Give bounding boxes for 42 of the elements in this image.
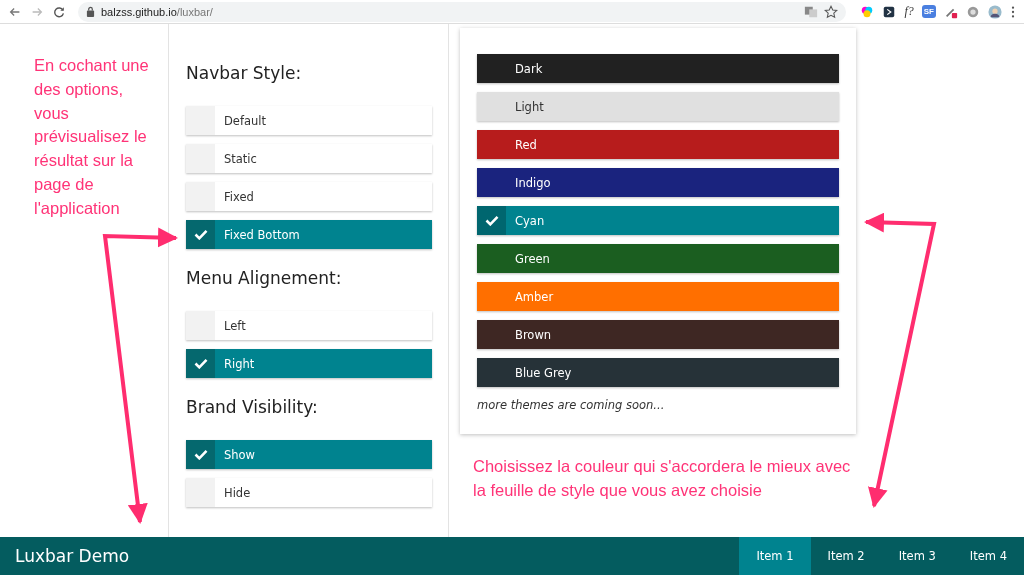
option-button[interactable]: Fixed Bottom (186, 220, 432, 249)
option-button[interactable]: Right (186, 349, 432, 378)
theme-button[interactable]: Blue Grey (477, 358, 839, 387)
translate-icon[interactable] (804, 4, 819, 19)
theme-button[interactable]: Dark (477, 54, 839, 83)
nav-link[interactable]: Item 2 (810, 537, 882, 575)
nav-link[interactable]: Item 3 (881, 537, 953, 575)
option-button[interactable]: Hide (186, 478, 432, 507)
check-icon (193, 229, 208, 240)
check-icon (484, 215, 499, 226)
extension-button[interactable]: f? (904, 4, 914, 19)
theme-button[interactable]: Green (477, 244, 839, 273)
section-heading: Menu Alignement: (186, 267, 343, 290)
option-button[interactable]: Left (186, 311, 432, 340)
option-button[interactable]: Fixed (186, 182, 432, 211)
theme-button[interactable]: Cyan (477, 206, 839, 235)
section-heading: Brand Visibility: (186, 396, 319, 419)
extension-button[interactable]: SF (921, 5, 936, 18)
note-text: more themes are coming soon... (477, 398, 666, 412)
menu-icon[interactable] (1010, 4, 1016, 19)
avatar-icon[interactable] (988, 4, 1002, 19)
nav-link[interactable]: Item 1 (739, 537, 811, 575)
annotation-text: En cochant une des options, vous prévisualisez le résultat sur la page de l'application (33, 55, 150, 219)
reload-icon[interactable] (52, 4, 66, 19)
theme-button[interactable]: Red (477, 130, 839, 159)
nav-link[interactable]: Item 4 (952, 537, 1024, 575)
theme-button[interactable]: Light (477, 92, 839, 121)
lock-icon (86, 6, 95, 17)
brand-link[interactable]: Luxbar Demo (15, 546, 130, 566)
address-bar[interactable]: balzss.github.io/luxbar/ (78, 1, 847, 22)
url-text: balzss.github.io/luxbar/ (101, 5, 213, 18)
option-button[interactable]: Show (186, 440, 432, 469)
annotation-text: Choisissez la couleur qui s'accordera le mieux avec la feuille de style que vous avez choisie (473, 456, 852, 501)
theme-button[interactable]: Indigo (477, 168, 839, 197)
check-icon (193, 449, 208, 460)
option-button[interactable]: Static (186, 144, 432, 173)
theme-button[interactable]: Brown (477, 320, 839, 349)
star-icon[interactable] (824, 4, 839, 19)
option-button[interactable]: Default (186, 106, 432, 135)
section-heading: Navbar Style: (186, 62, 303, 85)
extension-icon[interactable] (882, 4, 897, 19)
check-icon (193, 358, 208, 369)
